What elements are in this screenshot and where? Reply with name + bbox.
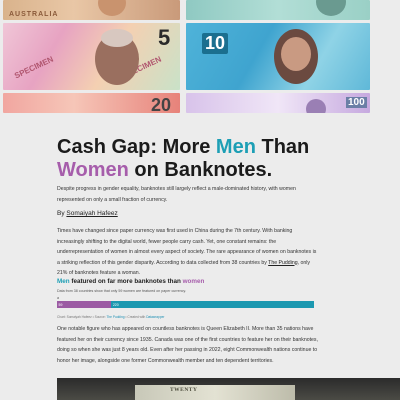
title-text: Cash Gap: More	[57, 136, 216, 158]
portrait-image	[316, 0, 346, 16]
bill-text: TWENTY	[170, 387, 198, 393]
byline-prefix: By	[57, 210, 67, 217]
the-pudding-link[interactable]: The Pudding	[268, 260, 297, 266]
intro-paragraph: Despite progress in gender equality, ban…	[57, 186, 296, 203]
crown-image	[101, 29, 133, 47]
banknote-australia: AUSTRALIA	[3, 0, 180, 20]
denomination-label: 10	[202, 33, 229, 54]
body-paragraph-1: Times have changed since paper currency …	[57, 226, 319, 279]
stacked-bar-chart: 59 220	[57, 301, 314, 308]
chart-source: Chart: Somaiyah Hafeez • Source: The Pud…	[57, 315, 164, 319]
title-text: on Banknotes.	[128, 159, 273, 181]
datawrapper-link[interactable]: Datawrapper	[146, 315, 164, 319]
chart-subtitle: Data from 38 countries show that only 59…	[57, 289, 186, 293]
chart-title-men: Men	[57, 278, 70, 285]
title-men-highlight: Men	[215, 136, 256, 158]
banknote-specimen-5: SPECIMEN 5 SPECIMEN	[3, 23, 180, 90]
face-image	[281, 37, 311, 71]
denomination-label: 100	[346, 97, 367, 108]
page-title: Cash Gap: More Men Than Women on Banknote…	[57, 136, 337, 182]
banknote-red-20: 20	[3, 93, 180, 113]
bar-segment-women	[57, 301, 112, 308]
us-twenty-bill-image	[135, 385, 295, 400]
denomination-label: 5	[158, 25, 171, 50]
denomination-label: 20	[151, 95, 172, 113]
title-text: Than	[255, 136, 310, 158]
author-link[interactable]: Somaiyah Hafeez	[66, 210, 117, 217]
bar-segment-men	[111, 301, 314, 308]
hero-banknote-collage: AUSTRALIA SPECIMEN 5 SPECIMEN 10 20 100	[0, 0, 400, 113]
chart-title: Men featured on far more banknotes than …	[57, 278, 204, 285]
specimen-label: SPECIMEN	[13, 54, 55, 81]
chart-title-women: women	[182, 278, 205, 285]
source-text: • Created with	[124, 315, 147, 319]
title-women-highlight: Women	[57, 159, 129, 181]
source-link-pudding[interactable]: The Pudding	[106, 315, 124, 319]
bar-label-men: 220	[112, 302, 119, 307]
chart-axis-label: a	[57, 296, 59, 300]
source-text: Chart: Somaiyah Hafeez • Source:	[57, 315, 107, 319]
banknote-teal	[186, 0, 370, 20]
chart-title-text: featured on far more banknotes than	[69, 278, 183, 285]
banknote-blue-10: 10	[186, 23, 370, 90]
portrait-image	[306, 99, 326, 113]
bar-label-women: 59	[58, 302, 63, 307]
body-paragraph-2: One notable figure who has appeared on c…	[57, 326, 318, 364]
portrait-image	[98, 0, 126, 16]
byline: By Somaiyah Hafeez	[57, 210, 118, 217]
banknote-country-label: AUSTRALIA	[9, 11, 59, 18]
banknote-purple-100: 100	[186, 93, 370, 113]
